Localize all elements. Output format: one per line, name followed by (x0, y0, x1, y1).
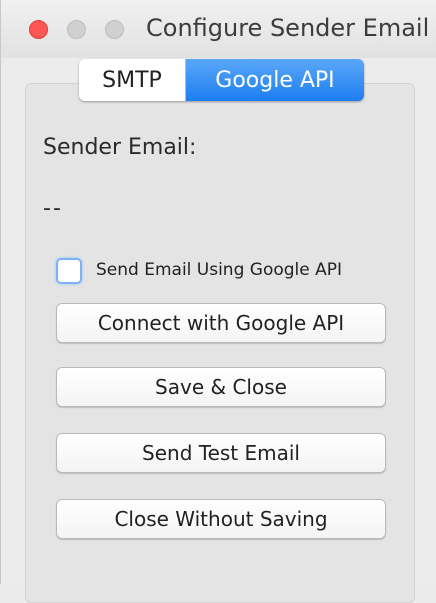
tab-bar: SMTP Google API (79, 59, 364, 101)
sender-email-value: -- (43, 196, 63, 221)
tab-smtp[interactable]: SMTP (79, 59, 186, 101)
connect-google-api-button[interactable]: Connect with Google API (56, 303, 386, 343)
google-api-checkbox[interactable] (56, 258, 82, 284)
send-test-email-button[interactable]: Send Test Email (56, 433, 386, 473)
save-and-close-button[interactable]: Save & Close (56, 367, 386, 407)
close-window-icon[interactable] (29, 20, 48, 39)
configure-sender-email-window: Configure Sender Email SMTP Google API S… (0, 0, 436, 603)
close-without-saving-button[interactable]: Close Without Saving (56, 499, 386, 539)
title-bar[interactable]: Configure Sender Email (1, 0, 436, 58)
tab-google-api[interactable]: Google API (186, 59, 364, 101)
sender-email-label: Sender Email: (43, 135, 197, 160)
google-api-checkbox-label[interactable]: Send Email Using Google API (96, 260, 342, 280)
zoom-window-icon[interactable] (105, 20, 124, 39)
minimize-window-icon[interactable] (67, 20, 86, 39)
window-title: Configure Sender Email (146, 14, 430, 42)
